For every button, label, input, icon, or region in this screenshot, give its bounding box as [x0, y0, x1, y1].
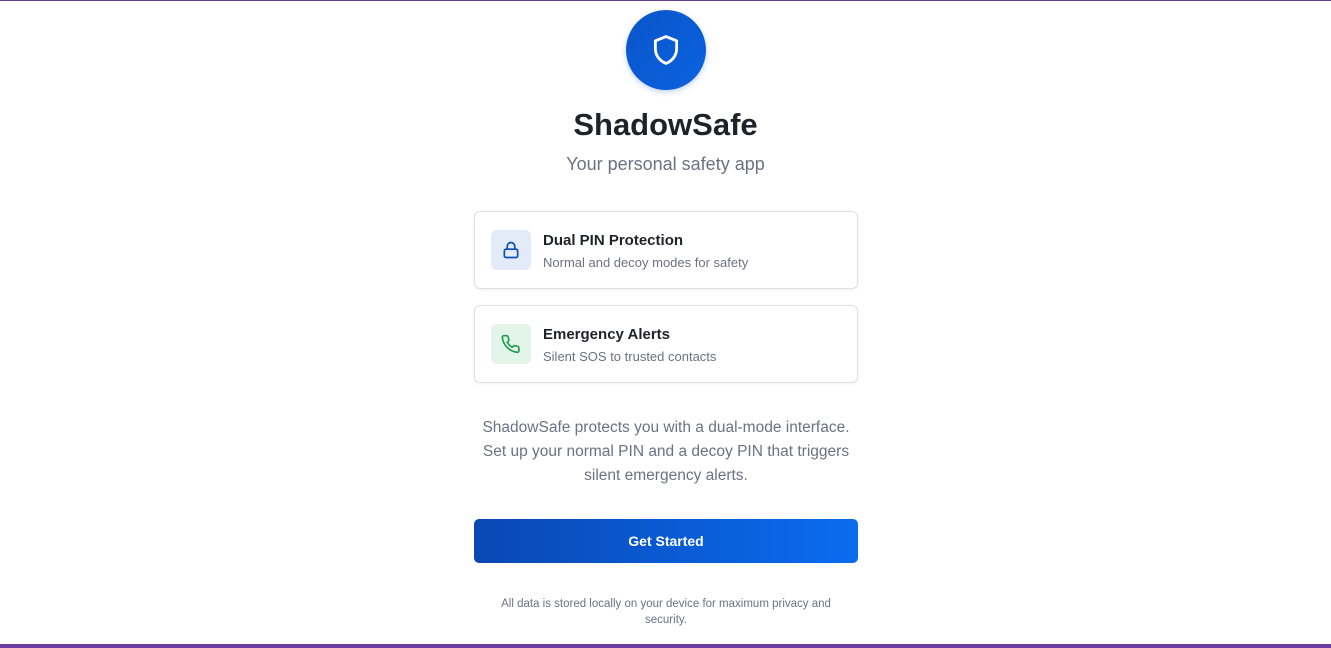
- feature-description: Normal and decoy modes for safety: [543, 255, 749, 270]
- app-tagline: Your personal safety app: [566, 154, 765, 174]
- feature-icon-container: [491, 230, 531, 270]
- get-started-button[interactable]: Get Started: [474, 519, 858, 563]
- welcome-screen: ShadowSafe Your personal safety app Dual…: [0, 0, 1331, 648]
- shield-icon: [653, 35, 679, 65]
- feature-description: Silent SOS to trusted contacts: [543, 349, 717, 364]
- feature-icon-container: [491, 324, 531, 364]
- lock-icon: [503, 241, 519, 259]
- app-title: ShadowSafe: [573, 107, 758, 142]
- feature-card-emergency-alerts: Emergency Alerts Silent SOS to trusted c…: [474, 305, 858, 383]
- feature-title: Dual PIN Protection: [543, 232, 684, 249]
- feature-card-dual-pin: Dual PIN Protection Normal and decoy mod…: [474, 211, 858, 289]
- intro-description: ShadowSafe protects you with a dual-mode…: [482, 419, 850, 484]
- feature-title: Emergency Alerts: [543, 326, 671, 343]
- privacy-footnote: All data is stored locally on your devic…: [501, 598, 831, 626]
- phone-icon: [501, 334, 520, 354]
- app-logo: [626, 10, 706, 90]
